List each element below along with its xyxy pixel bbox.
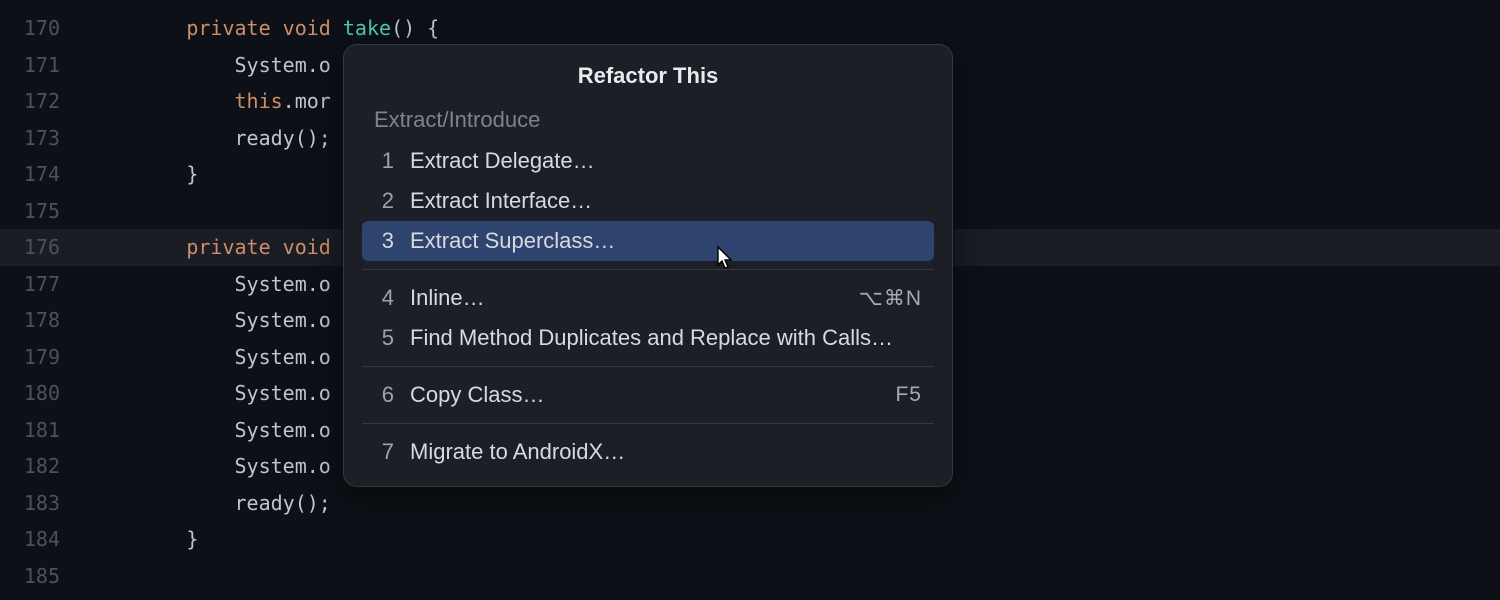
code-text: System.o xyxy=(90,272,331,296)
menu-label: Copy Class… xyxy=(410,382,895,408)
refactor-popup: Refactor This Extract/Introduce 1 Extrac… xyxy=(343,44,953,487)
menu-number: 5 xyxy=(374,325,394,351)
menu-item-inline[interactable]: 4 Inline… ⌥⌘N xyxy=(362,278,934,318)
menu-divider xyxy=(362,366,934,367)
menu-divider xyxy=(362,423,934,424)
code-text: System.o xyxy=(90,381,331,405)
line-number: 172 xyxy=(0,89,90,113)
section-header: Extract/Introduce xyxy=(344,107,952,133)
code-text: } xyxy=(90,162,198,186)
code-text: System.o xyxy=(90,308,331,332)
line-number: 184 xyxy=(0,527,90,551)
code-text: ready(); xyxy=(90,126,331,150)
line-number: 185 xyxy=(0,564,90,588)
line-number: 170 xyxy=(0,16,90,40)
menu-number: 3 xyxy=(374,228,394,254)
line-number: 177 xyxy=(0,272,90,296)
menu-item-extract-superclass[interactable]: 3 Extract Superclass… xyxy=(362,221,934,261)
menu-label: Inline… xyxy=(410,285,859,311)
code-text: private void take() { xyxy=(90,16,439,40)
code-line[interactable]: 170 private void take() { xyxy=(0,10,1500,47)
line-number: 175 xyxy=(0,199,90,223)
menu-number: 2 xyxy=(374,188,394,214)
line-number: 171 xyxy=(0,53,90,77)
menu-shortcut: F5 xyxy=(895,383,922,407)
menu-number: 6 xyxy=(374,382,394,408)
menu-item-extract-delegate[interactable]: 1 Extract Delegate… xyxy=(362,141,934,181)
menu-shortcut: ⌥⌘N xyxy=(859,286,922,311)
code-text: this.mor xyxy=(90,89,331,113)
code-text: } xyxy=(90,527,198,551)
line-number: 178 xyxy=(0,308,90,332)
menu-label: Extract Interface… xyxy=(410,188,922,214)
code-text: System.o xyxy=(90,454,331,478)
line-number: 176 xyxy=(0,235,90,259)
line-number: 180 xyxy=(0,381,90,405)
line-number: 183 xyxy=(0,491,90,515)
code-text: System.o xyxy=(90,53,331,77)
code-text: private void xyxy=(90,235,331,259)
menu-label: Find Method Duplicates and Replace with … xyxy=(410,325,922,351)
line-number: 173 xyxy=(0,126,90,150)
menu-label: Extract Superclass… xyxy=(410,228,922,254)
menu-item-extract-interface[interactable]: 2 Extract Interface… xyxy=(362,181,934,221)
menu-number: 1 xyxy=(374,148,394,174)
menu-number: 4 xyxy=(374,285,394,311)
code-text: System.o xyxy=(90,345,331,369)
line-number: 174 xyxy=(0,162,90,186)
code-line[interactable]: 183 ready(); xyxy=(0,485,1500,522)
menu-divider xyxy=(362,269,934,270)
line-number: 182 xyxy=(0,454,90,478)
menu-number: 7 xyxy=(374,439,394,465)
popup-title: Refactor This xyxy=(344,63,952,89)
line-number: 181 xyxy=(0,418,90,442)
code-line[interactable]: 184 } xyxy=(0,521,1500,558)
code-text: System.o xyxy=(90,418,331,442)
menu-label: Migrate to AndroidX… xyxy=(410,439,922,465)
line-number: 179 xyxy=(0,345,90,369)
code-line[interactable]: 185 xyxy=(0,558,1500,595)
menu-item-migrate-androidx[interactable]: 7 Migrate to AndroidX… xyxy=(362,432,934,472)
menu-label: Extract Delegate… xyxy=(410,148,922,174)
menu-item-find-duplicates[interactable]: 5 Find Method Duplicates and Replace wit… xyxy=(362,318,934,358)
menu-item-copy-class[interactable]: 6 Copy Class… F5 xyxy=(362,375,934,415)
code-text: ready(); xyxy=(90,491,331,515)
